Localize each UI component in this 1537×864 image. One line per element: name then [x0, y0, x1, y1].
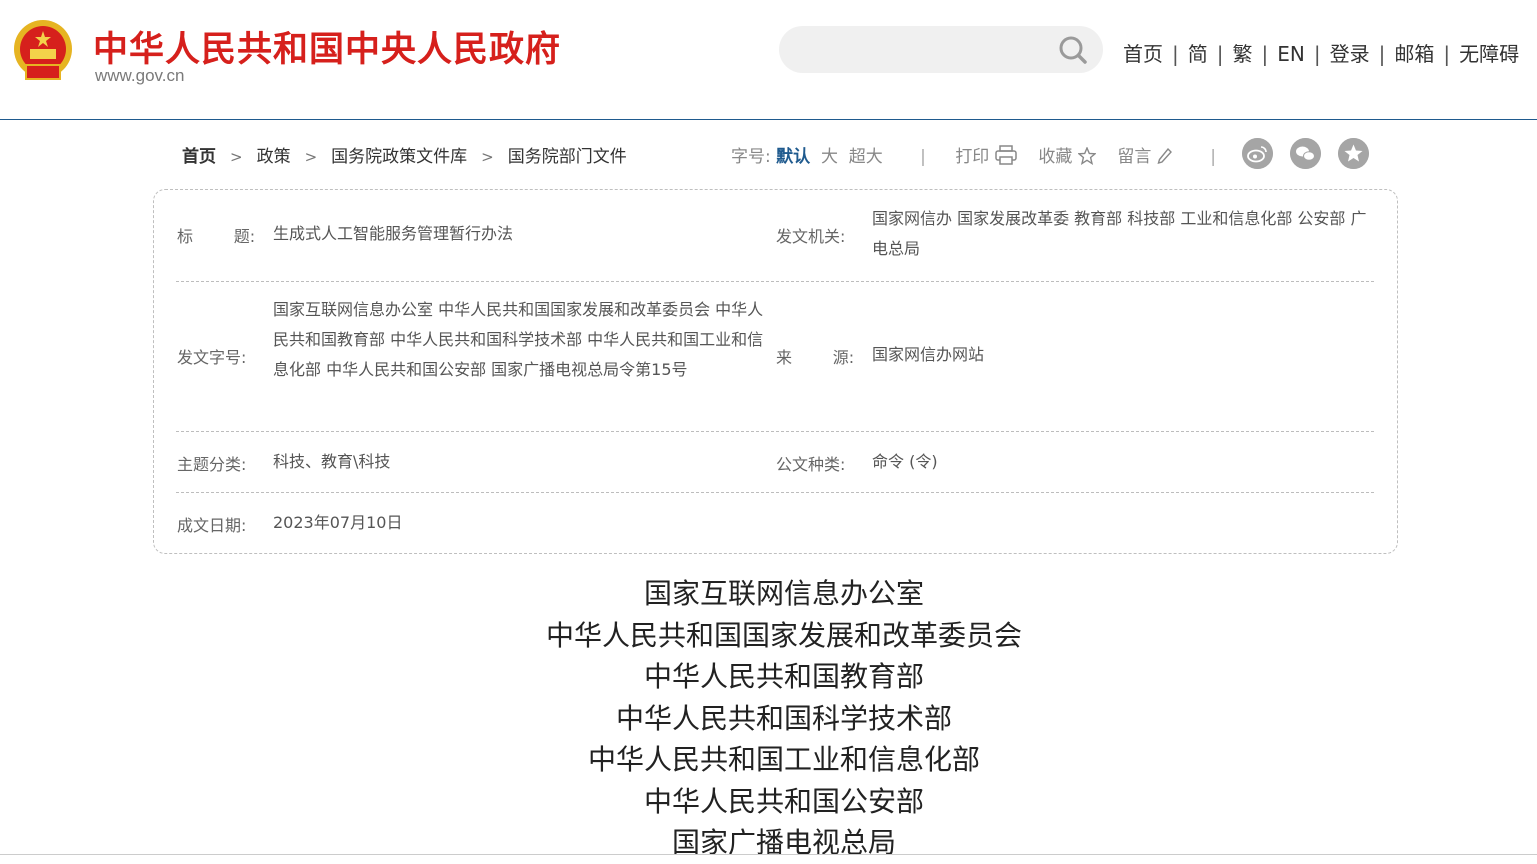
- source-label: 来 源:: [776, 348, 855, 367]
- issuer-line: 中华人民共和国教育部: [643, 660, 924, 693]
- nav-traditional[interactable]: 繁: [1233, 42, 1253, 66]
- weibo-icon[interactable]: [1242, 138, 1273, 169]
- document-info-table: 标 题: 生成式人工智能服务管理暂行办法 发文机关: 国家网信办 国家发展改革委…: [153, 189, 1398, 554]
- search-icon[interactable]: [1056, 33, 1090, 67]
- issuer-line: 中华人民共和国工业和信息化部: [587, 743, 980, 776]
- issuer-value: 国家网信办 国家发展改革委 教育部 科技部 工业和信息化部 公安部 广电总局: [872, 209, 1367, 258]
- date-label: 成文日期:: [177, 516, 247, 535]
- chevron-right-icon: >: [230, 148, 243, 166]
- comment-button[interactable]: 留言: [1117, 147, 1178, 167]
- breadcrumb-home[interactable]: 首页: [182, 147, 216, 167]
- issuer-line: 中华人民共和国公安部: [643, 784, 924, 818]
- breadcrumb-department-docs[interactable]: 国务院部门文件: [508, 147, 627, 167]
- site-title[interactable]: 中华人民共和国中央人民政府: [93, 21, 561, 72]
- print-label: 打印: [955, 147, 990, 167]
- source-value: 国家网信办网站: [872, 345, 985, 364]
- national-emblem-logo[interactable]: [12, 19, 74, 85]
- nav-accessibility[interactable]: 无障碍: [1459, 42, 1519, 66]
- top-navigation: 首页 | 简 | 繁 | EN | 登录 | 邮箱 | 无障碍: [1123, 38, 1519, 67]
- nav-separator: |: [1378, 42, 1386, 66]
- comment-label: 留言: [1117, 147, 1152, 167]
- site-url[interactable]: www.gov.cn: [95, 66, 184, 86]
- nav-separator: |: [1216, 42, 1224, 66]
- issuer-line: 中华人民共和国科学技术部: [615, 701, 952, 735]
- chevron-right-icon: >: [481, 148, 494, 166]
- scroll-edge-divider: [0, 854, 1537, 855]
- topic-label: 主题分类:: [177, 455, 247, 474]
- docno-label: 发文字号:: [177, 348, 247, 367]
- nav-home[interactable]: 首页: [1123, 42, 1163, 66]
- search-box: [779, 26, 1103, 73]
- tools-separator: |: [1210, 147, 1216, 167]
- print-button[interactable]: 打印: [955, 145, 1022, 167]
- breadcrumb: 首页 > 政策 > 国务院政策文件库 > 国务院部门文件: [182, 142, 627, 167]
- issuer-label: 发文机关:: [776, 227, 846, 246]
- date-value: 2023年07月10日: [273, 513, 403, 532]
- issuer-line: 国家互联网信息办公室: [643, 577, 924, 610]
- nav-separator: |: [1261, 42, 1269, 66]
- issuer-line: 中华人民共和国国家发展和改革委员会: [545, 618, 1022, 652]
- favorite-button[interactable]: 收藏: [1038, 147, 1101, 167]
- nav-separator: |: [1313, 42, 1321, 66]
- font-size-xlarge[interactable]: 超大: [849, 147, 883, 167]
- doctype-value: 命令 (令): [872, 452, 938, 471]
- breadcrumb-policy-library[interactable]: 国务院政策文件库: [331, 147, 467, 167]
- font-size-label: 字号:: [731, 147, 771, 167]
- star-outline-icon: [1077, 147, 1096, 165]
- pencil-icon: [1157, 147, 1172, 165]
- nav-simplified[interactable]: 简: [1188, 42, 1208, 66]
- page-tools: 字号: 默认 大 超大 | 打印 收藏 留言 |: [731, 142, 1240, 167]
- nav-login[interactable]: 登录: [1330, 42, 1370, 66]
- wechat-icon[interactable]: [1290, 138, 1321, 169]
- row-divider: [176, 281, 1374, 282]
- nav-separator: |: [1172, 42, 1179, 66]
- doctype-label: 公文种类:: [776, 455, 846, 474]
- nav-english[interactable]: EN: [1277, 42, 1305, 66]
- title-label: 标 题:: [177, 227, 256, 246]
- nav-separator: |: [1443, 42, 1451, 66]
- title-value: 生成式人工智能服务管理暂行办法: [273, 224, 514, 243]
- docno-value: 国家互联网信息办公室 中华人民共和国国家发展和改革委员会 中华人民共和国教育部 …: [273, 300, 764, 379]
- chevron-right-icon: >: [304, 148, 318, 166]
- document-issuers-heading: 国家互联网信息办公室 中华人民共和国国家发展和改革委员会 中华人民共和国教育部 …: [0, 573, 1537, 864]
- favorite-star-icon[interactable]: [1338, 138, 1369, 169]
- row-divider: [176, 431, 1374, 432]
- tools-separator: |: [920, 147, 926, 167]
- row-divider: [176, 492, 1374, 493]
- favorite-label: 收藏: [1038, 147, 1073, 167]
- printer-icon: [994, 145, 1017, 165]
- issuer-line: 国家广播电视总局: [671, 826, 896, 859]
- topic-value: 科技、教育\科技: [273, 452, 391, 471]
- search-input[interactable]: [799, 34, 1043, 66]
- font-size-default[interactable]: 默认: [776, 147, 810, 167]
- site-header: 中华人民共和国中央人民政府 www.gov.cn 首页 | 简 | 繁 | EN | 登录 | 邮箱…: [0, 0, 1537, 120]
- font-size-large[interactable]: 大: [821, 147, 838, 167]
- breadcrumb-policy[interactable]: 政策: [257, 147, 291, 167]
- nav-mail[interactable]: 邮箱: [1394, 42, 1434, 66]
